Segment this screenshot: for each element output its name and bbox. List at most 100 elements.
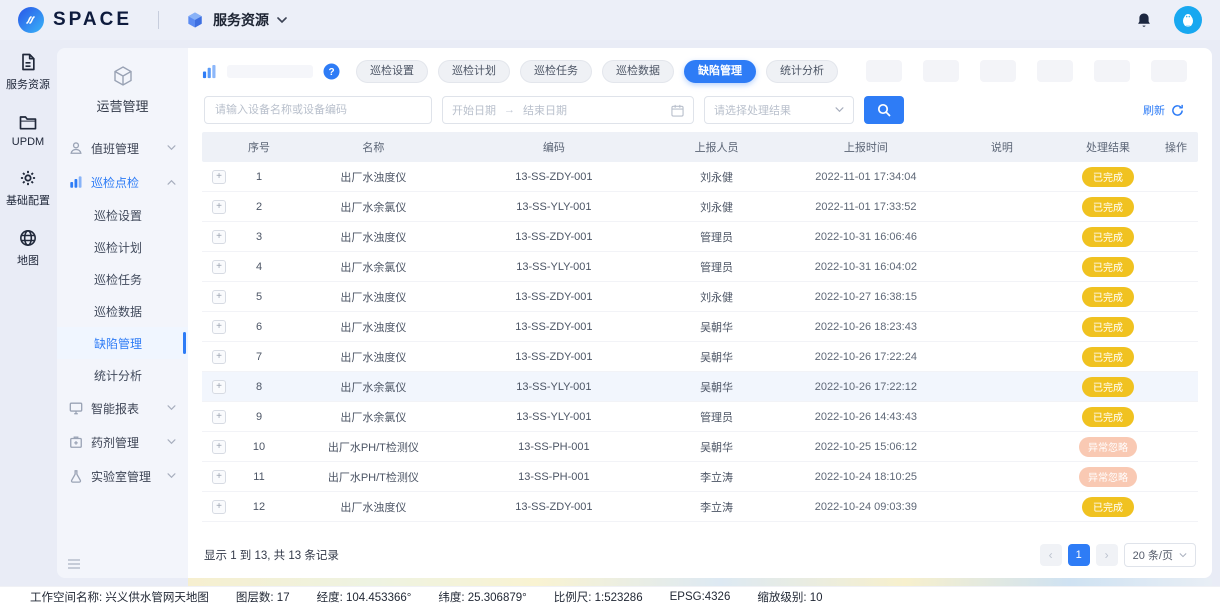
table-row[interactable]: +8出厂水余氯仪13-SS-YLY-001吴朝华2022-10-26 17:22… <box>202 372 1198 402</box>
tab-缺陷管理[interactable]: 缺陷管理 <box>684 60 756 83</box>
status-badge: 已完成 <box>1082 317 1134 337</box>
date-range-picker[interactable]: 开始日期 → 结束日期 <box>442 96 694 124</box>
cell-reporter: 吴朝华 <box>643 439 790 455</box>
sidebar: 运营管理 值班管理巡检点检巡检设置巡检计划巡检任务巡检数据缺陷管理统计分析智能报… <box>57 48 188 578</box>
rail-item-4[interactable]: 地图 <box>17 228 39 268</box>
table-row[interactable]: +4出厂水余氯仪13-SS-YLY-001管理员2022-10-31 16:04… <box>202 252 1198 282</box>
cell-name: 出厂水浊度仪 <box>282 169 465 185</box>
chevron-down-icon <box>167 473 176 479</box>
document-icon <box>18 52 38 72</box>
page-size-select[interactable]: 20 条/页 <box>1124 543 1196 567</box>
cell-name: 出厂水浊度仪 <box>282 499 465 515</box>
status-filter-select[interactable]: 请选择处理结果 <box>704 96 854 124</box>
expand-row-button[interactable]: + <box>212 410 226 424</box>
expand-row-button[interactable]: + <box>212 350 226 364</box>
cell-reporter: 吴朝华 <box>643 319 790 335</box>
cell-reporter: 吴朝华 <box>643 379 790 395</box>
sidebar-item-label: 实验室管理 <box>91 468 151 485</box>
cell-no: 11 <box>236 471 282 483</box>
svg-text:?: ? <box>328 67 334 78</box>
chevron-down-icon <box>167 145 176 151</box>
tab-巡检任务[interactable]: 巡检任务 <box>520 60 592 83</box>
module-name: 服务资源 <box>213 10 269 30</box>
table-row[interactable]: +7出厂水浊度仪13-SS-ZDY-001吴朝华2022-10-26 17:22… <box>202 342 1198 372</box>
cube-outline-icon <box>111 64 135 88</box>
cell-reporter: 刘永健 <box>643 199 790 215</box>
table-row[interactable]: +11出厂水PH/T检测仪13-SS-PH-001李立涛2022-10-24 1… <box>202 462 1198 492</box>
expand-row-button[interactable]: + <box>212 320 226 334</box>
placeholder-block <box>866 60 902 82</box>
table-row[interactable]: +2出厂水余氯仪13-SS-YLY-001刘永健2022-11-01 17:33… <box>202 192 1198 222</box>
expand-row-button[interactable]: + <box>212 230 226 244</box>
search-input[interactable] <box>204 96 432 124</box>
date-start-placeholder: 开始日期 <box>452 102 496 118</box>
cell-reporter: 刘永健 <box>643 169 790 185</box>
table-row[interactable]: +10出厂水PH/T检测仪13-SS-PH-001吴朝华2022-10-25 1… <box>202 432 1198 462</box>
data-table: 序号名称编码上报人员上报时间说明处理结果操作 +1出厂水浊度仪13-SS-ZDY… <box>202 132 1198 532</box>
cell-name: 出厂水余氯仪 <box>282 199 465 215</box>
sidebar-item-1[interactable]: 值班管理 <box>57 131 188 165</box>
sidebar-item-3[interactable]: 智能报表 <box>57 391 188 425</box>
rail-item-3[interactable]: 基础配置 <box>6 168 50 208</box>
chevron-down-icon <box>1179 553 1187 558</box>
rail-item-2[interactable]: UPDM <box>12 112 44 148</box>
tab-巡检计划[interactable]: 巡检计划 <box>438 60 510 83</box>
cell-name: 出厂水浊度仪 <box>282 349 465 365</box>
cell-code: 13-SS-ZDY-001 <box>465 231 643 243</box>
cell-time: 2022-10-24 18:10:25 <box>790 471 942 483</box>
expand-row-button[interactable]: + <box>212 500 226 514</box>
expand-row-button[interactable]: + <box>212 470 226 484</box>
sidebar-item-5[interactable]: 实验室管理 <box>57 459 188 493</box>
table-row[interactable]: +12出厂水浊度仪13-SS-ZDY-001李立涛2022-10-24 09:0… <box>202 492 1198 522</box>
rail-item-1[interactable]: 服务资源 <box>6 52 50 92</box>
collapse-sidebar-icon[interactable] <box>67 558 81 570</box>
placeholder-block <box>1151 60 1187 82</box>
sidebar-subitem-统计分析[interactable]: 统计分析 <box>57 359 188 391</box>
status-badge: 异常忽略 <box>1079 467 1137 487</box>
user-avatar[interactable] <box>1174 6 1202 34</box>
page-title-placeholder <box>227 65 313 78</box>
expand-row-button[interactable]: + <box>212 380 226 394</box>
status-item: 图层数: 17 <box>236 589 290 605</box>
table-row[interactable]: +3出厂水浊度仪13-SS-ZDY-001管理员2022-10-31 16:06… <box>202 222 1198 252</box>
info-circle-icon[interactable]: ? <box>323 63 340 80</box>
tab-巡检设置[interactable]: 巡检设置 <box>356 60 428 83</box>
sidebar-subitem-巡检数据[interactable]: 巡检数据 <box>57 295 188 327</box>
sidebar-item-4[interactable]: 药剂管理 <box>57 425 188 459</box>
table-row[interactable]: +1出厂水浊度仪13-SS-ZDY-001刘永健2022-11-01 17:34… <box>202 162 1198 192</box>
cell-time: 2022-10-24 09:03:39 <box>790 501 942 513</box>
expand-row-button[interactable]: + <box>212 170 226 184</box>
chevron-down-icon <box>167 405 176 411</box>
sidebar-subitem-巡检计划[interactable]: 巡检计划 <box>57 231 188 263</box>
notification-bell-icon[interactable] <box>1136 12 1152 29</box>
status-badge: 已完成 <box>1082 287 1134 307</box>
tab-巡检数据[interactable]: 巡检数据 <box>602 60 674 83</box>
expand-row-button[interactable]: + <box>212 200 226 214</box>
cell-code: 13-SS-ZDY-001 <box>465 351 643 363</box>
expand-row-button[interactable]: + <box>212 290 226 304</box>
cell-code: 13-SS-ZDY-001 <box>465 171 643 183</box>
cell-no: 6 <box>236 321 282 333</box>
sidebar-subitem-巡检任务[interactable]: 巡检任务 <box>57 263 188 295</box>
cell-time: 2022-11-01 17:34:04 <box>790 171 942 183</box>
placeholder-block <box>1094 60 1130 82</box>
sidebar-subitem-缺陷管理[interactable]: 缺陷管理 <box>57 327 188 359</box>
current-page-button[interactable]: 1 <box>1068 544 1090 566</box>
sidebar-item-2[interactable]: 巡检点检 <box>57 165 188 199</box>
module-switcher[interactable]: 服务资源 <box>185 10 287 30</box>
status-badge: 已完成 <box>1082 497 1134 517</box>
next-page-button[interactable]: › <box>1096 544 1118 566</box>
refresh-button[interactable]: 刷新 <box>1131 96 1196 124</box>
tab-统计分析[interactable]: 统计分析 <box>766 60 838 83</box>
sidebar-subitem-巡检设置[interactable]: 巡检设置 <box>57 199 188 231</box>
expand-row-button[interactable]: + <box>212 440 226 454</box>
cell-code: 13-SS-ZDY-001 <box>465 321 643 333</box>
cell-name: 出厂水余氯仪 <box>282 379 465 395</box>
table-row[interactable]: +9出厂水余氯仪13-SS-YLY-001管理员2022-10-26 14:43… <box>202 402 1198 432</box>
expand-row-button[interactable]: + <box>212 260 226 274</box>
table-row[interactable]: +5出厂水浊度仪13-SS-ZDY-001刘永健2022-10-27 16:38… <box>202 282 1198 312</box>
table-row[interactable]: +6出厂水浊度仪13-SS-ZDY-001吴朝华2022-10-26 18:23… <box>202 312 1198 342</box>
cell-no: 9 <box>236 411 282 423</box>
prev-page-button[interactable]: ‹ <box>1040 544 1062 566</box>
search-button[interactable] <box>864 96 904 124</box>
